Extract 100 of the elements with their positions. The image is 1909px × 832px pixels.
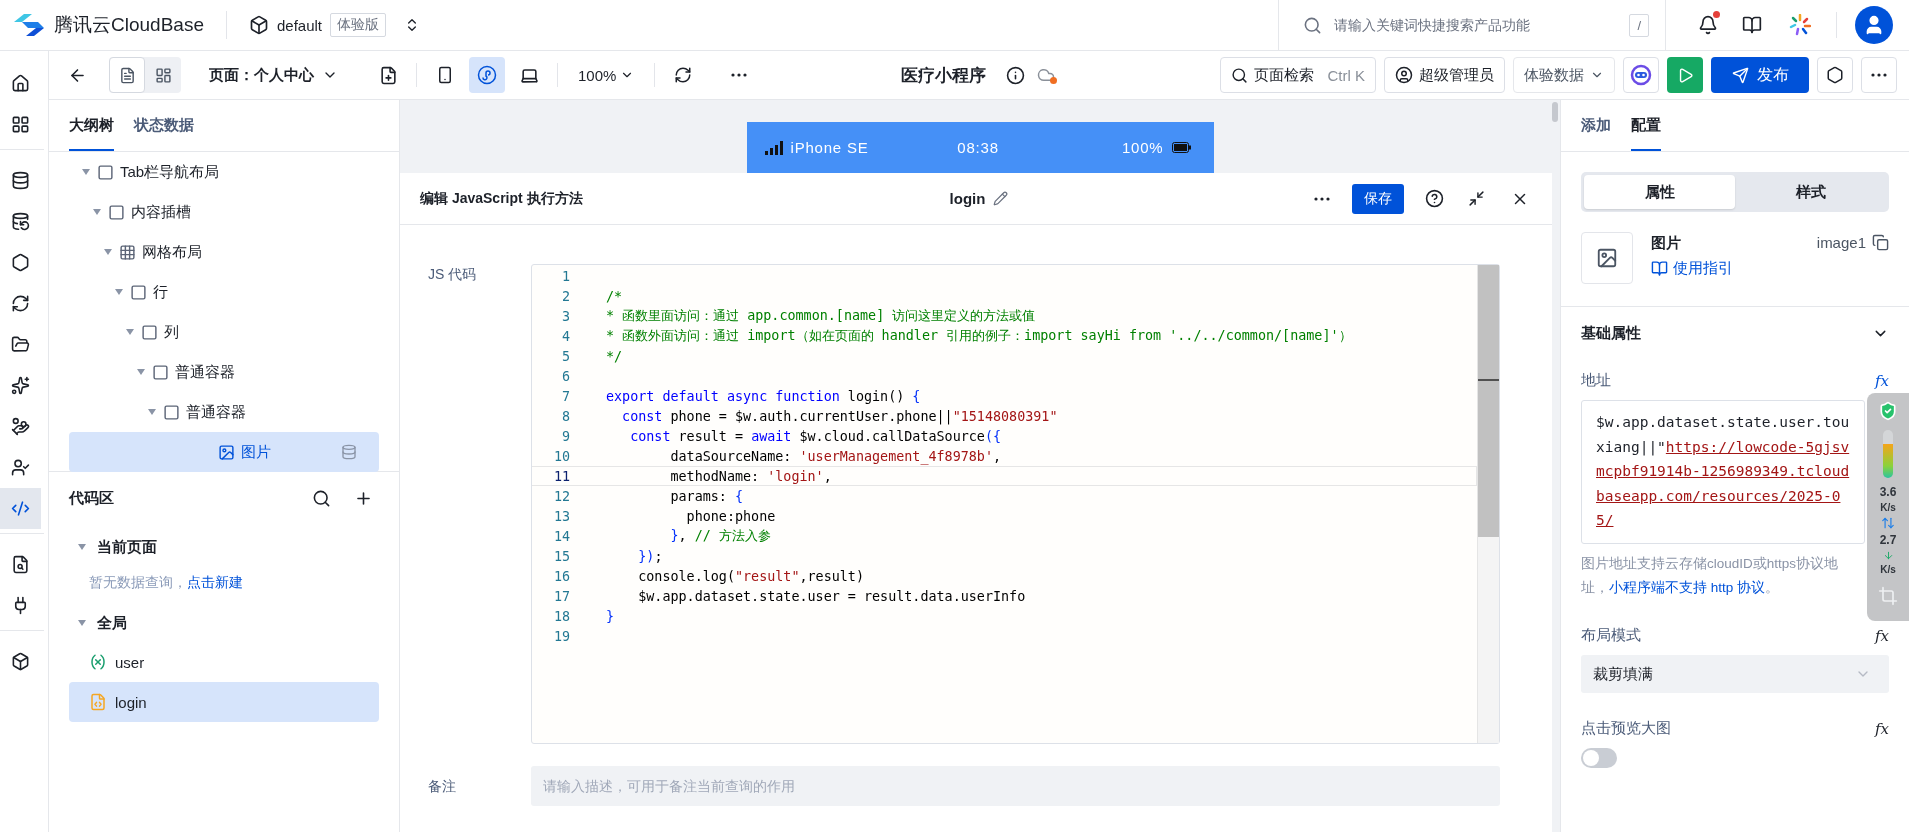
tree-item[interactable]: 网格布局 (69, 232, 379, 272)
container-icon (108, 203, 125, 221)
container-icon (163, 403, 180, 421)
edit-icon[interactable] (993, 191, 1009, 206)
panel-tab[interactable]: 配置 (1631, 116, 1661, 151)
code-line: const result = await $w.cloud.callDataSource({ (629, 428, 1002, 444)
caret-icon[interactable] (92, 207, 102, 217)
copy-icon[interactable] (1872, 234, 1889, 251)
more-icon (1314, 196, 1330, 201)
remark-field[interactable]: 请输入描述，可用于备注当前查询的作用 (531, 766, 1500, 806)
colorful-logo-icon (1789, 14, 1811, 36)
tree-item-label: 列 (164, 322, 179, 342)
page-selector[interactable]: 页面：个人中心 (205, 61, 342, 89)
ai-assistant-button[interactable] (1623, 57, 1659, 93)
code-editor[interactable] (531, 264, 1500, 744)
search-icon (1303, 15, 1322, 35)
line-number: 15 (552, 548, 571, 564)
caret-icon[interactable] (147, 407, 157, 417)
panel-tab[interactable]: 添加 (1581, 116, 1611, 151)
document-icon (118, 66, 136, 84)
settings-icon (1826, 66, 1844, 84)
gauge-meter (1883, 430, 1893, 478)
caret-icon[interactable] (125, 327, 135, 337)
formula-toggle[interactable]: fx (1875, 371, 1889, 390)
user-avatar[interactable] (1855, 6, 1893, 44)
speed-unit: K/s (1880, 564, 1896, 575)
guide-link[interactable]: 使用指引 (1651, 259, 1799, 278)
line-number: 14 (552, 528, 571, 544)
user-check-icon (11, 458, 30, 477)
tree-item[interactable]: Tab栏导航布局 (69, 152, 379, 192)
field-label: JS 代码 (428, 265, 478, 284)
settings-button[interactable] (1817, 57, 1853, 93)
caret-icon[interactable] (114, 287, 124, 297)
zoom-selector[interactable]: 100% (568, 60, 645, 90)
code-line: export default async function login() { (606, 388, 921, 404)
signal-icon (764, 140, 783, 155)
page-search-button[interactable]: 页面检索 Ctrl K (1219, 57, 1376, 93)
line-number: 18 (552, 608, 571, 624)
field-label: 布局模式 (1581, 626, 1641, 645)
code-item[interactable]: login (69, 682, 379, 722)
speed-unit: K/s (1880, 502, 1896, 513)
panel-tab[interactable]: 状态数据 (134, 116, 194, 151)
caret-icon[interactable] (81, 167, 91, 177)
battery-icon (1171, 142, 1192, 153)
line-number: 19 (552, 628, 571, 644)
component-name: 图片 (1651, 234, 1682, 253)
code-line: dataSourceName: 'userManagement_4f8978b', (669, 448, 1002, 464)
segment-tab[interactable]: 属性 (1584, 175, 1735, 209)
section-title: 代码区 (69, 488, 114, 508)
tree-item[interactable]: 普通容器 (69, 392, 379, 432)
scrollbar-thumb[interactable] (1552, 102, 1558, 122)
info-icon[interactable] (1006, 65, 1025, 85)
create-link[interactable]: 点击新建 (187, 574, 243, 590)
preview-toggle[interactable] (1581, 748, 1617, 768)
document-icon (11, 555, 30, 574)
layout-select[interactable]: 裁剪填满 (1581, 655, 1889, 693)
view-toggle[interactable] (109, 57, 145, 93)
tree-item[interactable]: 普通容器 (69, 352, 379, 392)
environment-name: default (276, 16, 322, 34)
formula-toggle[interactable]: fx (1875, 719, 1889, 738)
tree-item[interactable]: 图片 (69, 432, 379, 472)
home-icon (11, 74, 30, 93)
group-label: 全局 (97, 613, 127, 633)
user-circle-icon (1395, 66, 1413, 84)
folder-icon (11, 335, 30, 354)
role-button[interactable]: 超级管理员 (1384, 57, 1505, 93)
method-name: login (949, 190, 986, 207)
code-line: */ (606, 348, 623, 364)
panel-tab[interactable]: 大纲树 (69, 116, 114, 151)
swap-icon (1881, 516, 1895, 530)
expression-field[interactable]: $w.app.dataset.state.user.touxiang||"https://lowcode-5gjsvmcpbf91914b-1256989349.tcloudbaseapp.com/resources/2025-05/ (1581, 400, 1865, 544)
preview-button[interactable] (1667, 57, 1703, 93)
layout-icon (154, 66, 172, 84)
caret-icon[interactable] (103, 247, 113, 257)
apps-icon (11, 115, 30, 134)
data-mode-selector[interactable]: 体验数据 (1513, 57, 1615, 93)
save-button[interactable]: 保存 (1352, 183, 1404, 214)
caret-icon[interactable] (77, 542, 87, 552)
help-icon (1424, 189, 1444, 208)
caret-icon[interactable] (77, 618, 87, 628)
tree-item[interactable]: 行 (69, 272, 379, 312)
tree-item[interactable]: 列 (69, 312, 379, 352)
mini-program-icon (477, 65, 497, 85)
publish-button[interactable]: 发布 (1711, 57, 1809, 93)
container-icon (97, 163, 114, 181)
http-link[interactable]: 小程序端不支持 http 协议 (1609, 580, 1766, 595)
code-line: /* (606, 288, 623, 304)
cube-icon (11, 652, 30, 671)
tree-item-label: 内容插槽 (131, 202, 191, 222)
caret-icon[interactable] (136, 367, 146, 377)
segment-tab[interactable]: 样式 (1735, 175, 1886, 209)
tree-item-label: 图片 (241, 442, 271, 462)
tree-item[interactable]: 内容插槽 (69, 192, 379, 232)
code-line: params: { (669, 488, 744, 504)
line-number: 10 (552, 448, 571, 464)
code-item[interactable]: user (69, 642, 379, 682)
code-line: }); (637, 548, 663, 564)
shield-icon (1878, 401, 1898, 421)
formula-toggle[interactable]: fx (1875, 626, 1889, 645)
code-line: } (606, 608, 615, 624)
